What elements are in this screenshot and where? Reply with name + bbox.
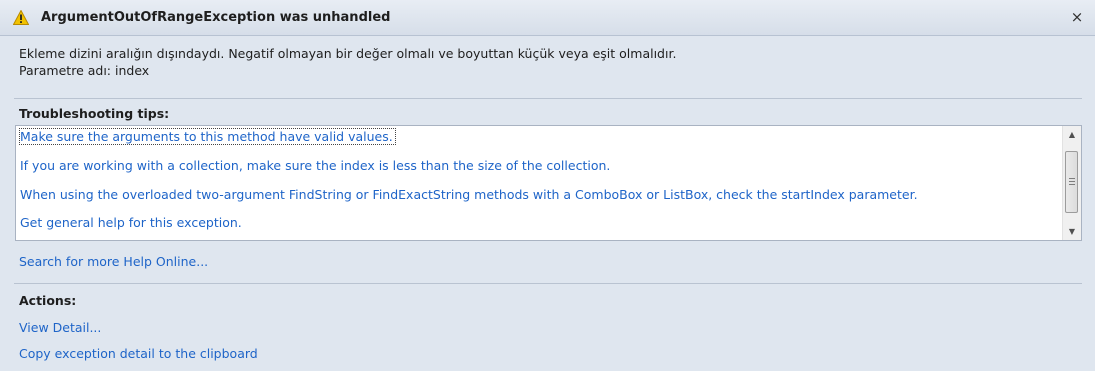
scroll-grip-line [1069,178,1075,179]
troubleshooting-tips-list[interactable]: Make sure the arguments to this method h… [15,125,1082,241]
message-line-1: Ekleme dizini aralığın dışındaydı. Negat… [19,46,677,61]
tip-collection-index-link[interactable]: If you are working with a collection, ma… [20,158,610,173]
scroll-thumb[interactable] [1065,151,1078,213]
close-button[interactable]: × [1069,8,1085,26]
warning-icon [13,10,29,25]
view-detail-link[interactable]: View Detail... [19,320,101,335]
tip-general-help-link[interactable]: Get general help for this exception. [20,215,242,230]
title-bar: ArgumentOutOfRangeException was unhandle… [0,0,1095,36]
exception-message: Ekleme dizini aralığın dışındaydı. Negat… [19,45,676,79]
exception-assistant-dialog: ArgumentOutOfRangeException was unhandle… [0,0,1095,371]
scroll-down-arrow-icon[interactable]: ▼ [1063,223,1081,240]
tip-findstring-startindex-link[interactable]: When using the overloaded two-argument F… [20,187,918,202]
search-help-online-link[interactable]: Search for more Help Online... [19,254,208,269]
message-line-2: Parametre adı: index [19,63,150,78]
scroll-up-arrow-icon[interactable]: ▲ [1063,126,1081,143]
tips-list-content: Make sure the arguments to this method h… [16,126,1063,240]
actions-heading: Actions: [19,293,77,308]
copy-exception-detail-link[interactable]: Copy exception detail to the clipboard [19,346,258,361]
tips-scrollbar[interactable]: ▲ ▼ [1062,126,1081,240]
scroll-grip-line [1069,184,1075,185]
divider [14,98,1082,99]
dialog-title: ArgumentOutOfRangeException was unhandle… [41,10,391,25]
troubleshooting-heading: Troubleshooting tips: [19,106,170,121]
scroll-grip-line [1069,181,1075,182]
divider [14,283,1082,284]
tip-valid-arguments-link[interactable]: Make sure the arguments to this method h… [19,128,396,145]
